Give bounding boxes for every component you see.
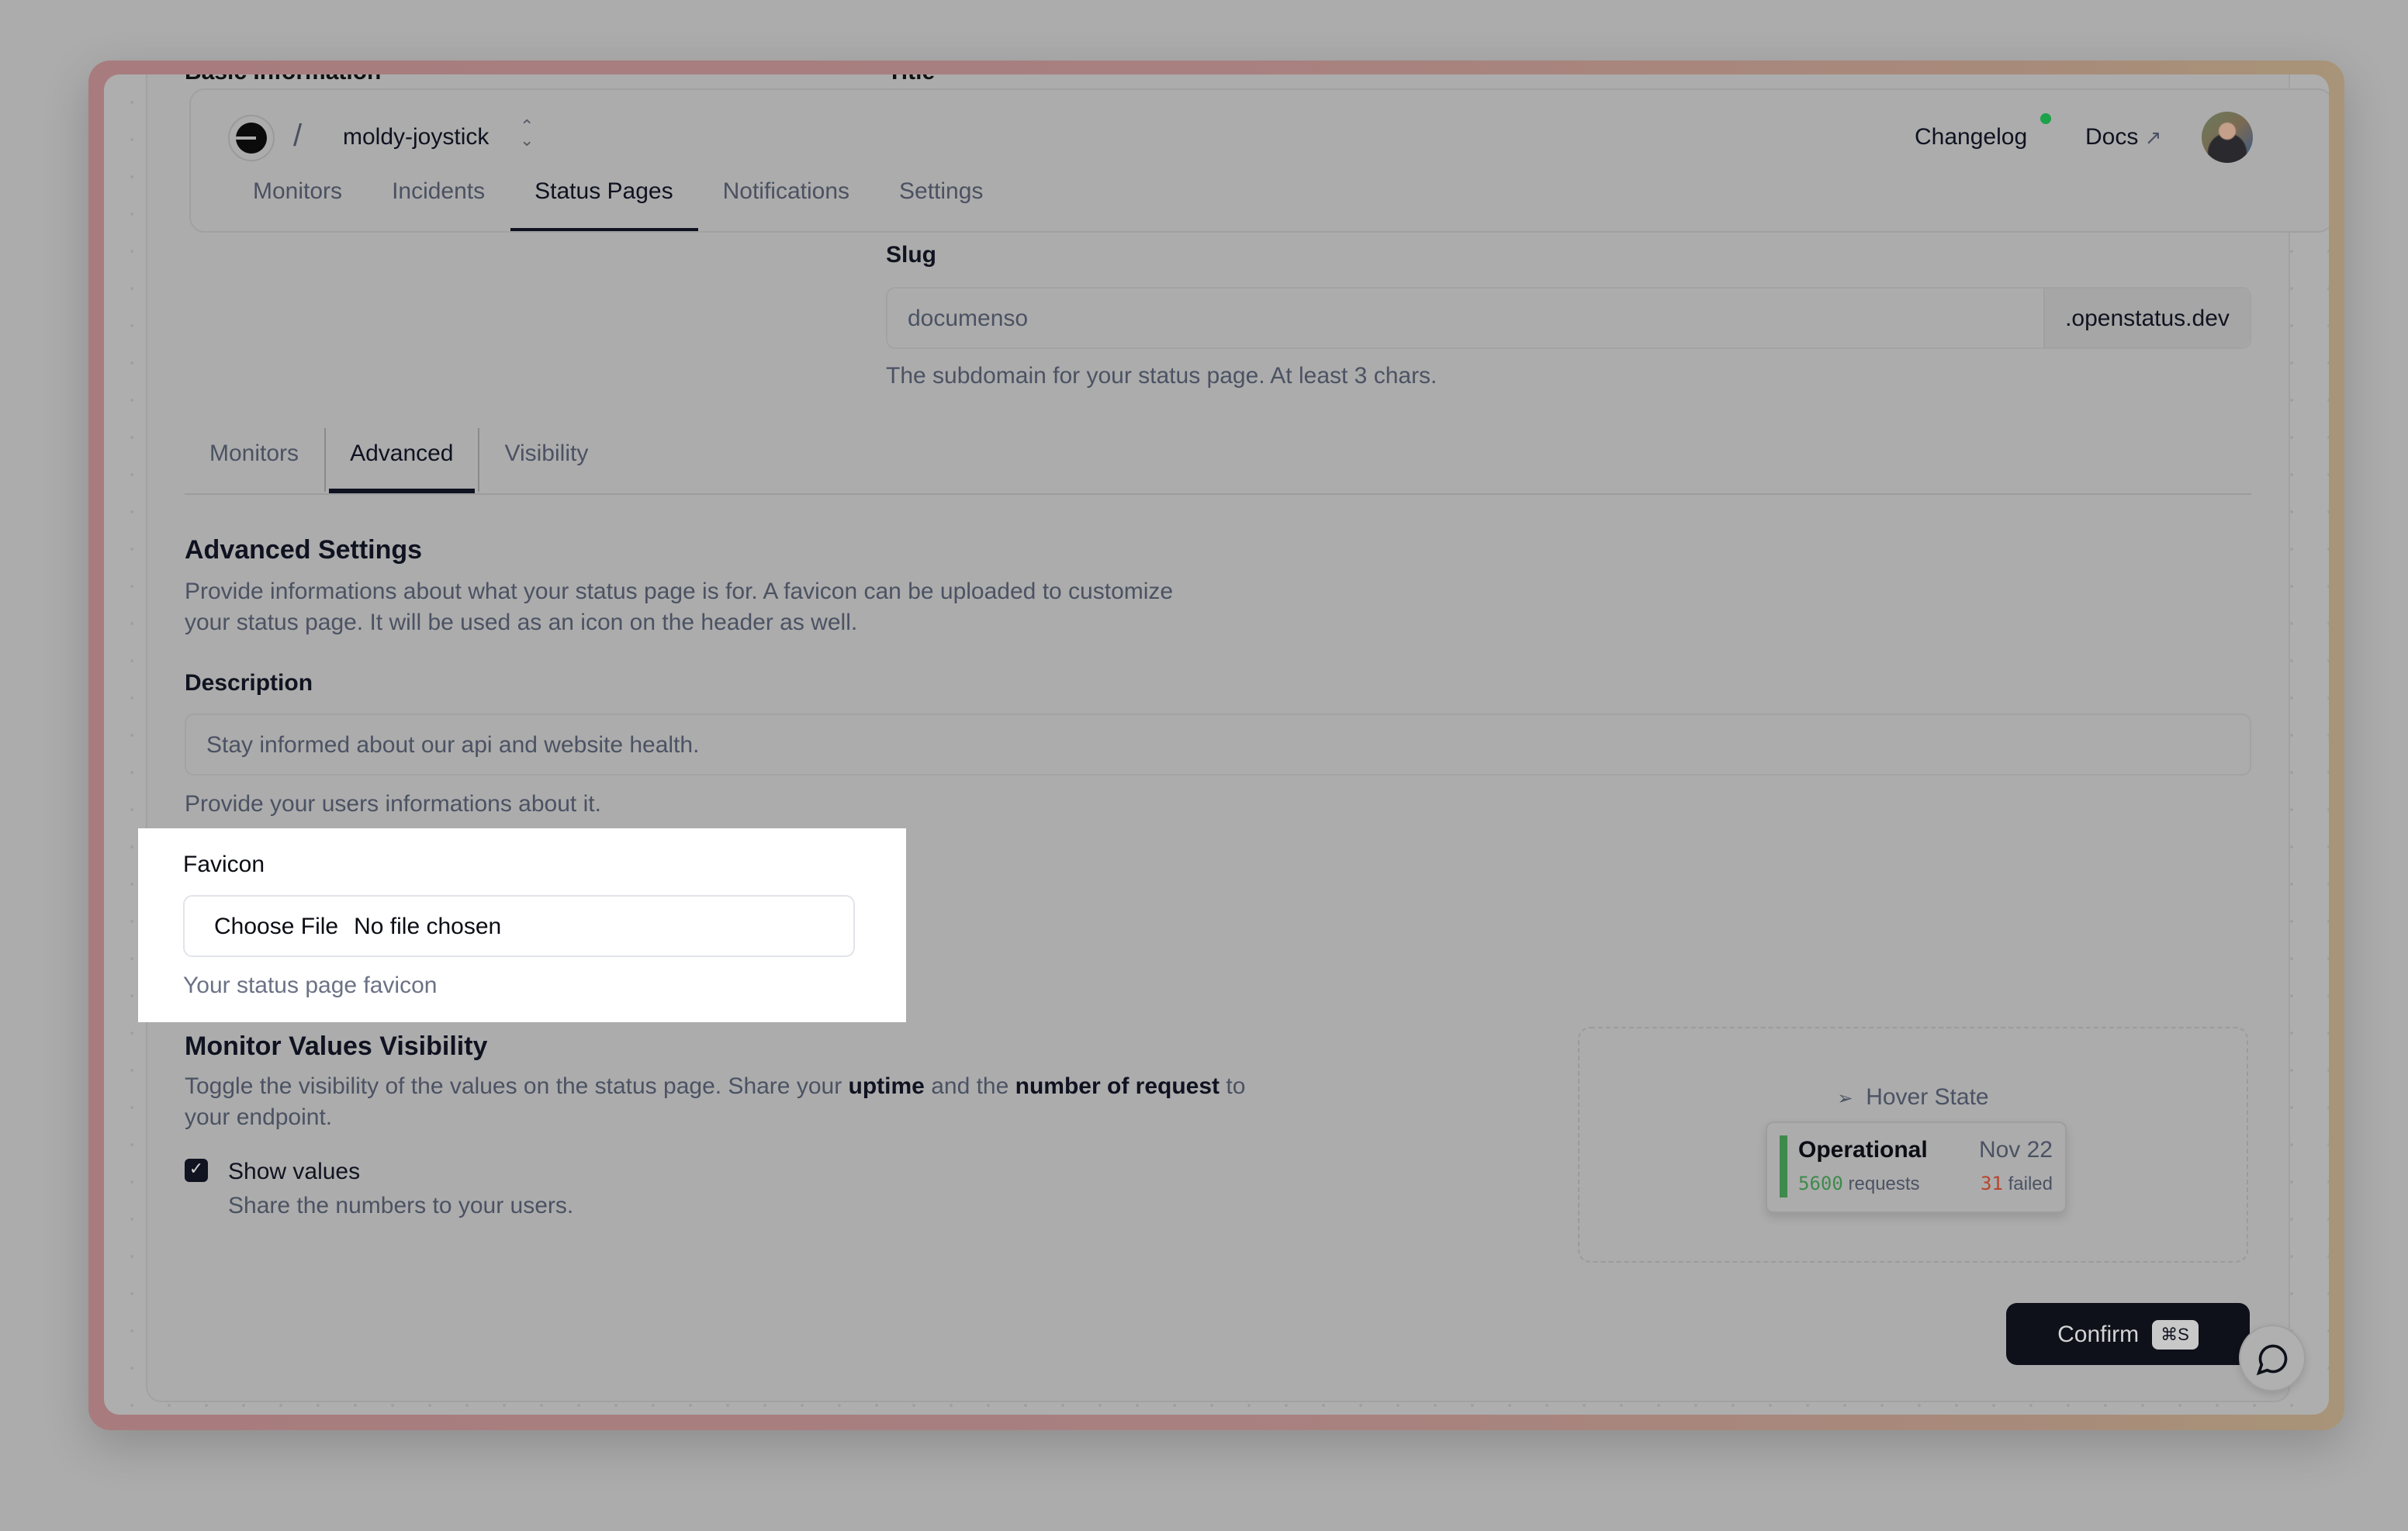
chat-button[interactable] — [2239, 1325, 2306, 1391]
openstatus-logo-icon[interactable] — [228, 115, 275, 161]
user-avatar[interactable] — [2202, 112, 2253, 163]
description-value: Stay informed about our api and website … — [206, 732, 700, 759]
favicon-label: Favicon — [183, 852, 265, 878]
check-icon: ✓ — [189, 1160, 204, 1179]
show-values-help: Share the numbers to your users. — [228, 1193, 574, 1219]
nav-status-pages[interactable]: Status Pages — [510, 179, 699, 231]
favicon-field-highlight: Favicon Choose File No file chosen Your … — [138, 828, 906, 1022]
advanced-desc-line1: Provide informations about what your sta… — [185, 579, 1174, 605]
slug-help: The subdomain for your status page. At l… — [886, 363, 1438, 389]
visibility-desc-line2: your endpoint. — [185, 1104, 333, 1131]
slug-label: Slug — [886, 242, 936, 268]
requests-count: 5600 — [1798, 1173, 1843, 1194]
changelog-link[interactable]: Changelog — [1915, 124, 2027, 150]
requests-label: requests — [1848, 1173, 1920, 1194]
visibility-title: Monitor Values Visibility — [185, 1032, 488, 1061]
docs-label: Docs — [2085, 124, 2139, 150]
show-values-label[interactable]: Show values — [228, 1159, 360, 1185]
failed-count: 31 — [1981, 1173, 2003, 1194]
slug-value: documenso — [908, 306, 1029, 332]
description-label: Description — [185, 670, 313, 696]
title-label: Title — [887, 74, 935, 85]
failed-label: failed — [2008, 1173, 2053, 1194]
breadcrumb-separator: / — [293, 119, 303, 154]
nav-incidents[interactable]: Incidents — [367, 179, 510, 228]
docs-link[interactable]: Docs ↗ — [2085, 124, 2162, 150]
confirm-button[interactable]: Confirm ⌘S — [2006, 1303, 2250, 1365]
slug-input[interactable]: documenso .openstatus.dev — [886, 287, 2251, 349]
desc-uptime: uptime — [848, 1073, 925, 1100]
settings-tabs: Monitors Advanced Visibility — [185, 428, 2251, 495]
shortcut-badge: ⌘S — [2151, 1319, 2199, 1349]
main-nav: Monitors Incidents Status Pages Notifica… — [228, 179, 1008, 231]
slug-domain-suffix: .openstatus.dev — [2043, 289, 2250, 347]
file-status: No file chosen — [354, 913, 502, 939]
choose-file-button[interactable]: Choose File — [214, 913, 338, 939]
hover-state-label: Hover State — [1866, 1084, 1989, 1111]
screenshot-stage: Basic Information Title / moldy-joystick… — [0, 0, 2408, 1531]
app-header: / moldy-joystick ⌃ ⌄ Changelog Docs ↗ Mon… — [189, 88, 2329, 233]
desc-text: and the — [924, 1073, 1015, 1100]
desc-text: to — [1220, 1073, 1246, 1100]
nav-settings[interactable]: Settings — [874, 179, 1008, 228]
basic-information-heading: Basic Information — [185, 74, 381, 85]
status-tooltip: Operational Nov 22 5600 requests 31 fail… — [1766, 1121, 2067, 1213]
nav-monitors[interactable]: Monitors — [228, 179, 367, 228]
favicon-file-input[interactable]: Choose File No file chosen — [183, 895, 855, 957]
description-help: Provide your users informations about it… — [185, 791, 601, 817]
status-color-bar — [1780, 1135, 1787, 1197]
chat-bubble-icon — [2255, 1343, 2287, 1375]
cursor-arrow-icon: ➢ — [1837, 1087, 1853, 1109]
tab-advanced[interactable]: Advanced — [323, 428, 480, 493]
desc-text: Toggle the visibility of the values on t… — [185, 1073, 849, 1100]
hover-state-heading: ➢ Hover State — [1579, 1084, 2247, 1111]
external-link-icon: ↗ — [2144, 126, 2162, 149]
chevron-up-down-icon[interactable]: ⌃ ⌄ — [520, 119, 534, 150]
tooltip-failed: 31 failed — [1981, 1173, 2053, 1194]
hover-state-preview: ➢ Hover State Operational Nov 22 5600 re… — [1578, 1027, 2248, 1263]
changelog-new-dot — [2040, 113, 2051, 124]
tooltip-requests: 5600 requests — [1798, 1173, 1920, 1194]
show-values-checkbox[interactable]: ✓ — [185, 1159, 208, 1182]
favicon-help: Your status page favicon — [183, 973, 438, 999]
tab-visibility[interactable]: Visibility — [480, 428, 614, 492]
tooltip-date: Nov 22 — [1978, 1137, 2053, 1163]
advanced-desc-line2: your status page. It will be used as an … — [185, 610, 858, 636]
project-name[interactable]: moldy-joystick — [343, 124, 489, 150]
description-input[interactable]: Stay informed about our api and website … — [185, 714, 2251, 776]
tooltip-status: Operational — [1798, 1137, 1928, 1163]
desc-requests: number of request — [1015, 1073, 1220, 1100]
tab-monitors[interactable]: Monitors — [185, 428, 323, 492]
visibility-desc-line1: Toggle the visibility of the values on t… — [185, 1073, 1245, 1100]
advanced-settings-title: Advanced Settings — [185, 535, 423, 565]
confirm-label: Confirm — [2057, 1321, 2140, 1347]
nav-notifications[interactable]: Notifications — [698, 179, 874, 228]
